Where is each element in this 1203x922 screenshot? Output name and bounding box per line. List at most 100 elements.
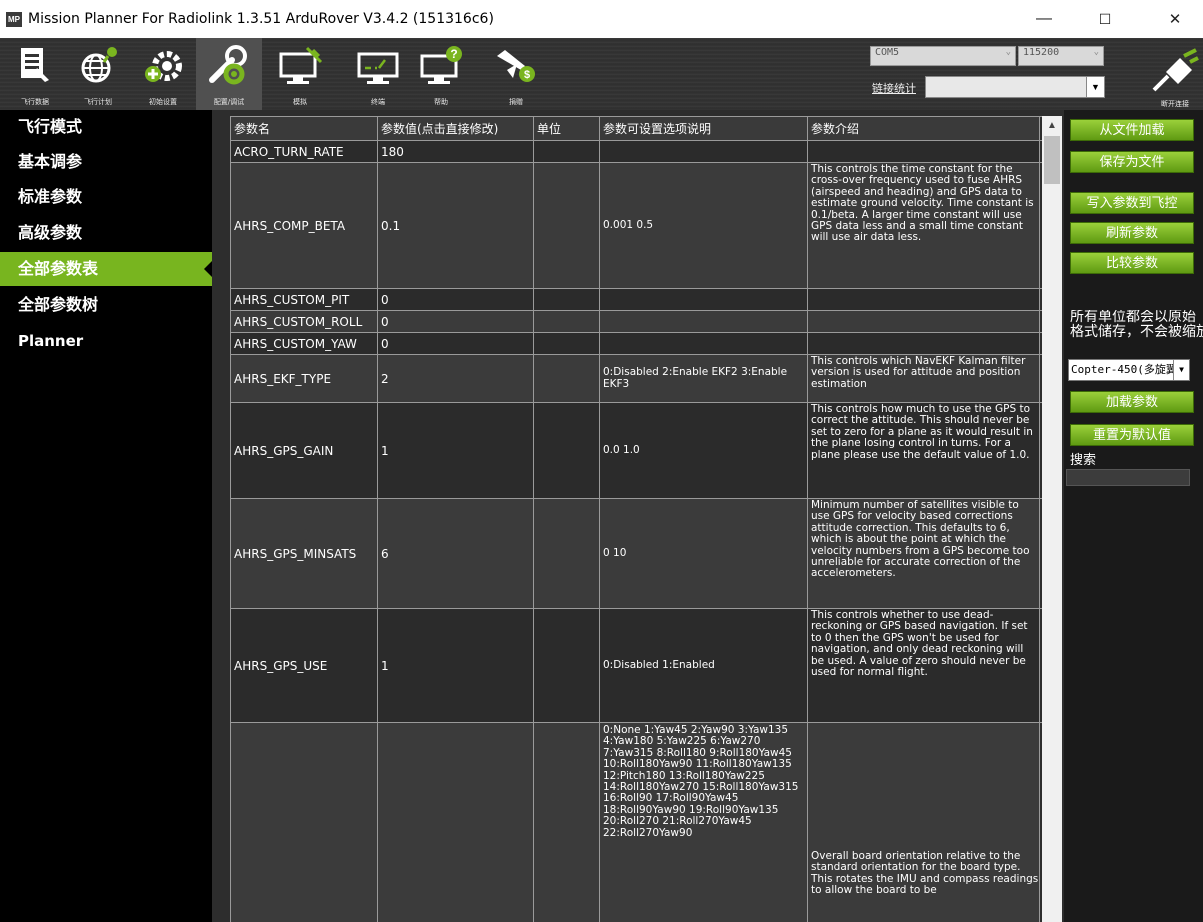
param-name-cell[interactable]: AHRS_GPS_GAIN	[230, 403, 378, 498]
sidebar-item-standard-params[interactable]: 标准参数	[0, 180, 212, 214]
header-param-name[interactable]: 参数名	[230, 117, 378, 140]
param-name-cell[interactable]: AHRS_EKF_TYPE	[230, 355, 378, 402]
table-row[interactable]: AHRS_COMP_BETA 0.1 0.001 0.5 This contro…	[230, 163, 1042, 289]
param-value-cell[interactable]: 0	[378, 311, 534, 332]
header-description[interactable]: 参数介绍	[808, 117, 1040, 140]
maximize-button[interactable]: ☐	[1082, 0, 1128, 38]
param-name-cell[interactable]: AHRS_CUSTOM_ROLL	[230, 311, 378, 332]
toolbar-terminal[interactable]: 终端	[346, 38, 410, 110]
scroll-up-icon[interactable]: ▲	[1042, 116, 1062, 136]
grid-vertical-scrollbar[interactable]: ▲	[1042, 116, 1062, 922]
toolbar-config-tuning[interactable]: 配置/调试	[196, 38, 262, 110]
port-select[interactable]: COM5 ⌄	[870, 46, 1016, 66]
param-value-cell[interactable]: 0	[378, 333, 534, 354]
table-row[interactable]: ACRO_TURN_RATE 180	[230, 141, 1042, 163]
param-file-select[interactable]: Copter-450(多旋翼) ▼	[1068, 359, 1190, 381]
param-unit-cell	[534, 289, 600, 310]
param-grid: 参数名 参数值(点击直接修改) 单位 参数可设置选项说明 参数介绍 ACRO_T…	[212, 110, 1064, 922]
param-name-cell[interactable]: AHRS_CUSTOM_YAW	[230, 333, 378, 354]
disconnect-button[interactable]: 断开连接	[1148, 46, 1202, 108]
link-stats-link[interactable]: 链接统计	[872, 80, 916, 96]
search-input[interactable]	[1066, 469, 1190, 486]
param-unit-cell	[534, 355, 600, 402]
toolbar-initial-setup[interactable]: 初始设置	[130, 38, 196, 110]
minimize-button[interactable]: —	[1021, 0, 1067, 38]
param-name-cell[interactable]: AHRS_GPS_MINSATS	[230, 499, 378, 608]
param-value-cell[interactable]: 180	[378, 141, 534, 162]
param-value-cell[interactable]: 0	[378, 289, 534, 310]
table-row[interactable]: AHRS_CUSTOM_PIT 0	[230, 289, 1042, 311]
sidebar-item-planner[interactable]: Planner	[0, 324, 212, 358]
param-name-cell[interactable]: AHRS_GPS_USE	[230, 609, 378, 722]
param-desc-cell	[808, 311, 1040, 332]
table-row[interactable]: AHRS_EKF_TYPE 2 0:Disabled 2:Enable EKF2…	[230, 355, 1042, 403]
param-options-cell	[600, 289, 808, 310]
close-button[interactable]: ✕	[1152, 0, 1198, 38]
dropdown-arrow-icon: ▼	[1086, 77, 1104, 97]
table-row[interactable]: AHRS_GPS_GAIN 1 0.0 1.0 This controls ho…	[230, 403, 1042, 499]
scrollbar-thumb[interactable]	[1044, 136, 1060, 184]
table-row[interactable]: AHRS_CUSTOM_ROLL 0	[230, 311, 1042, 333]
param-desc-cell	[808, 141, 1040, 162]
param-options-cell	[600, 333, 808, 354]
param-actions-panel: 从文件加载 保存为文件 写入参数到飞控 刷新参数 比较参数 所有单位都会以原始 …	[1064, 110, 1203, 922]
param-value-cell[interactable]: 6	[378, 499, 534, 608]
param-value-cell[interactable]: 2	[378, 355, 534, 402]
sidebar-item-full-param-tree[interactable]: 全部参数树	[0, 288, 212, 322]
param-value-cell[interactable]: 1	[378, 609, 534, 722]
param-name-cell[interactable]: AHRS_COMP_BETA	[230, 163, 378, 288]
sidebar-item-advanced-params[interactable]: 高级参数	[0, 216, 212, 250]
param-desc-cell	[808, 333, 1040, 354]
simulation-icon	[279, 46, 323, 84]
param-value-cell[interactable]	[378, 723, 534, 922]
header-options[interactable]: 参数可设置选项说明	[600, 117, 808, 140]
table-row[interactable]: 0:None 1:Yaw45 2:Yaw90 3:Yaw135 4:Yaw180…	[230, 723, 1042, 922]
config-sidebar: 飞行模式 基本调参 标准参数 高级参数 全部参数表 全部参数树 Planner	[0, 110, 212, 922]
initial-setup-icon	[145, 51, 182, 82]
baud-value: 115200	[1023, 47, 1060, 58]
flight-plan-icon	[81, 47, 117, 83]
sidebar-item-full-param-list[interactable]: 全部参数表	[0, 252, 212, 286]
header-param-value[interactable]: 参数值(点击直接修改)	[378, 117, 534, 140]
param-name-cell[interactable]: AHRS_CUSTOM_PIT	[230, 289, 378, 310]
param-unit-cell	[534, 723, 600, 922]
toolbar-flight-data[interactable]: 飞行数据	[4, 38, 66, 110]
compare-params-button[interactable]: 比较参数	[1070, 252, 1194, 274]
toolbar-flight-plan[interactable]: 飞行计划	[66, 38, 130, 110]
disconnect-label: 断开连接	[1161, 100, 1189, 108]
table-row[interactable]: AHRS_CUSTOM_YAW 0	[230, 333, 1042, 355]
plug-icon	[1152, 48, 1199, 92]
sidebar-item-flight-modes[interactable]: 飞行模式	[0, 110, 212, 144]
refresh-params-button[interactable]: 刷新参数	[1070, 222, 1194, 244]
link-select[interactable]: ▼	[925, 76, 1105, 98]
write-params-button[interactable]: 写入参数到飞控	[1070, 192, 1194, 214]
baud-select[interactable]: 115200 ⌄	[1018, 46, 1104, 66]
param-unit-cell	[534, 311, 600, 332]
param-name-cell[interactable]	[230, 723, 378, 922]
param-desc-cell: Overall board orientation relative to th…	[808, 723, 1040, 922]
param-desc-cell: This controls the time constant for the …	[808, 163, 1040, 288]
sidebar-item-basic-tuning[interactable]: 基本调参	[0, 145, 212, 179]
reset-default-button[interactable]: 重置为默认值	[1070, 424, 1194, 446]
dropdown-arrow-icon: ▼	[1173, 360, 1189, 380]
param-value-cell[interactable]: 1	[378, 403, 534, 498]
port-value: COM5	[875, 47, 900, 58]
header-unit[interactable]: 单位	[534, 117, 600, 140]
help-icon: ?	[420, 46, 462, 84]
load-params-button[interactable]: 加载参数	[1070, 391, 1194, 413]
param-options-cell	[600, 311, 808, 332]
table-row[interactable]: AHRS_GPS_MINSATS 6 0 10 Minimum number o…	[230, 499, 1042, 609]
svg-text:$: $	[524, 69, 530, 81]
param-desc-cell: Minimum number of satellites visible to …	[808, 499, 1040, 608]
save-to-file-button[interactable]: 保存为文件	[1070, 151, 1194, 173]
param-name-cell[interactable]: ACRO_TURN_RATE	[230, 141, 378, 162]
table-row[interactable]: AHRS_GPS_USE 1 0:Disabled 1:Enabled This…	[230, 609, 1042, 723]
load-from-file-button[interactable]: 从文件加载	[1070, 119, 1194, 141]
toolbar-simulation[interactable]: 模拟	[262, 38, 338, 110]
chevron-down-icon: ⌄	[1093, 47, 1099, 57]
donate-icon: $	[497, 50, 535, 82]
param-value-cell[interactable]: 0.1	[378, 163, 534, 288]
toolbar-donate[interactable]: $ 捐赠	[484, 38, 548, 110]
flight-data-icon	[21, 48, 49, 82]
toolbar-help[interactable]: ? 帮助	[410, 38, 472, 110]
